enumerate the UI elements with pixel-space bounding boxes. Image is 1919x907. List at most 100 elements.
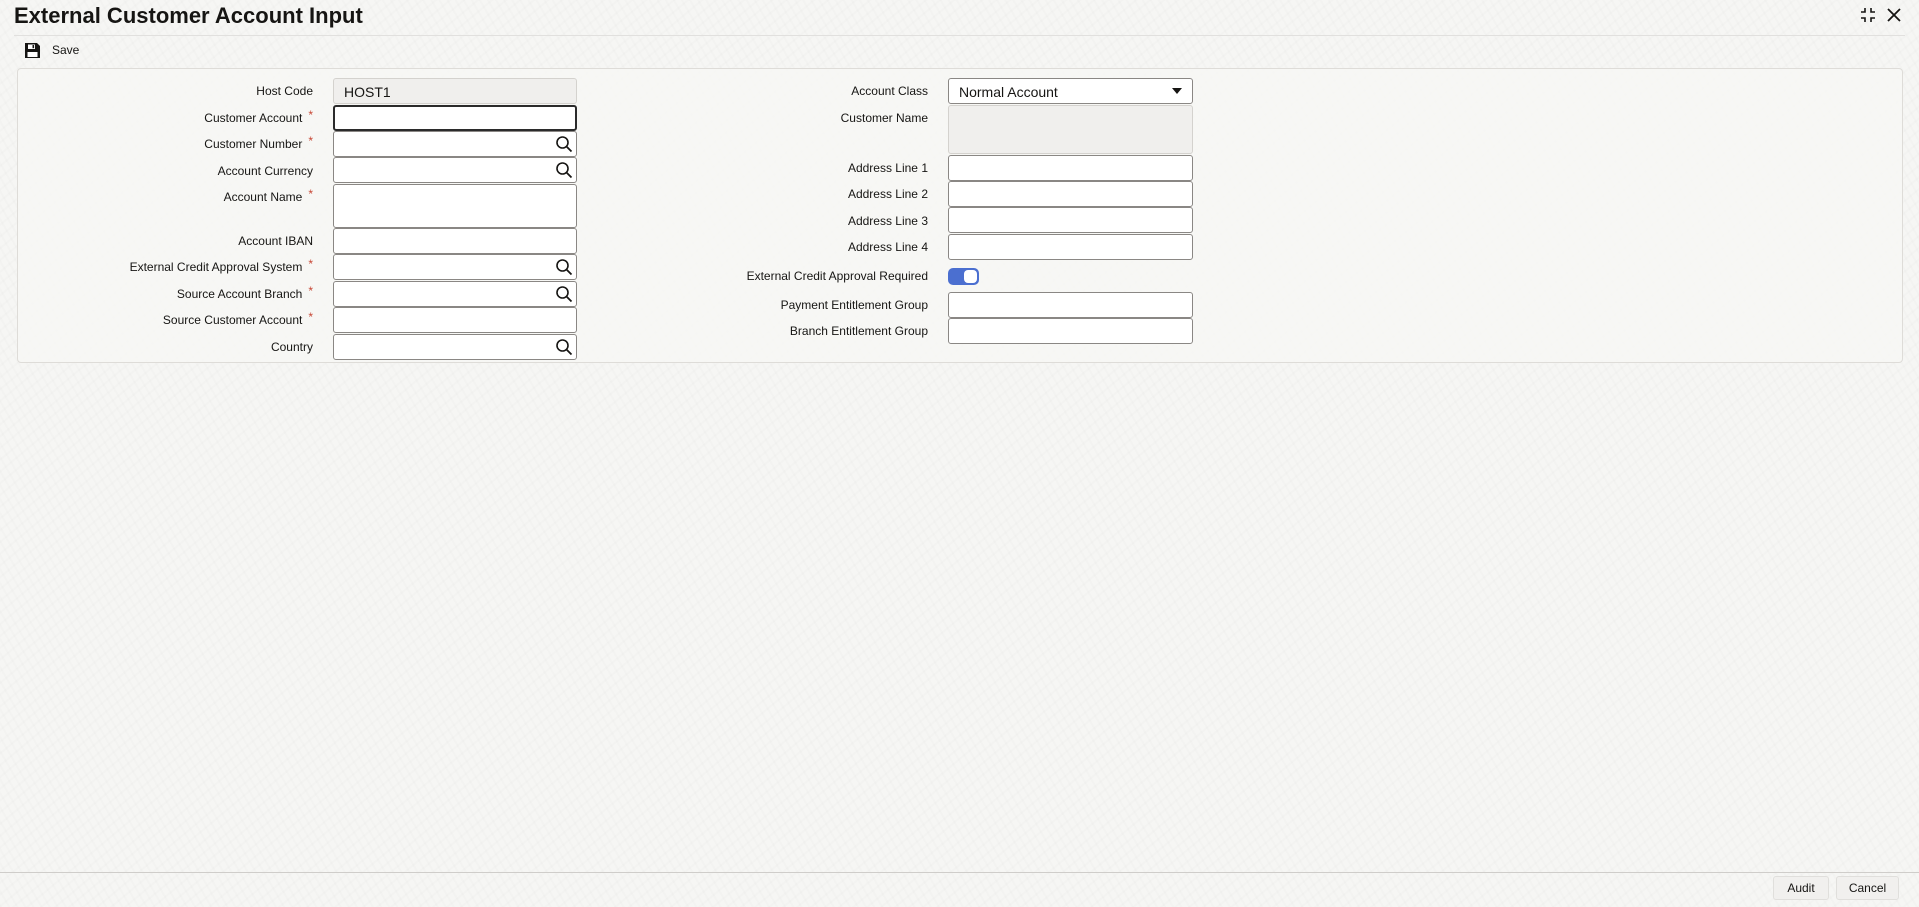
host-code-label-text: Host Code [256, 84, 313, 98]
address-line-3-label: Address Line 3 [848, 213, 928, 229]
country-label-text: Country [270, 340, 313, 354]
required-marker: * [308, 257, 313, 271]
branch-entitlement-group-field[interactable] [948, 318, 1193, 344]
required-marker: * [308, 134, 313, 148]
address-line-4-label-text: Address Line 4 [847, 240, 928, 254]
address-line-1-label: Address Line 1 [848, 160, 928, 176]
address-line-4-field[interactable] [948, 234, 1193, 260]
source-account-branch-label: Source Account Branch * [176, 284, 313, 302]
host-code-value: HOST1 [344, 84, 391, 100]
close-icon [1887, 8, 1901, 22]
address-line-4-input[interactable] [949, 235, 1192, 259]
toggle-knob [964, 270, 977, 283]
account-iban-label: Account IBAN [238, 233, 313, 249]
branch-entitlement-group-input[interactable] [949, 319, 1192, 343]
customer-account-label-text: Customer Account [204, 111, 303, 125]
account-currency-field[interactable] [333, 157, 577, 183]
external-credit-approval-system-field[interactable] [333, 254, 577, 280]
account-class-label: Account Class [851, 83, 928, 99]
account-currency-label: Account Currency [218, 163, 313, 179]
customer-number-field[interactable] [333, 131, 577, 157]
customer-account-input[interactable] [335, 107, 575, 129]
collapse-window-button[interactable] [1857, 4, 1879, 26]
source-account-branch-input[interactable] [334, 282, 576, 306]
address-line-2-label: Address Line 2 [848, 186, 928, 202]
external-credit-approval-required-toggle[interactable] [948, 268, 979, 285]
save-label: Save [52, 43, 80, 57]
save-button[interactable]: Save [24, 40, 79, 60]
external-credit-approval-system-label: External Credit Approval System * [129, 257, 313, 275]
external-credit-approval-required-label-text: External Credit Approval Required [746, 269, 928, 283]
host-code-label: Host Code [256, 83, 313, 99]
account-class-select[interactable]: Normal Account [948, 78, 1193, 104]
branch-entitlement-group-label: Branch Entitlement Group [790, 323, 928, 339]
branch-entitlement-group-label-text: Branch Entitlement Group [789, 324, 928, 338]
source-customer-account-field[interactable] [333, 307, 577, 333]
address-line-1-input[interactable] [949, 156, 1192, 180]
address-line-3-field[interactable] [948, 207, 1193, 233]
required-marker: * [308, 284, 313, 298]
chevron-down-icon[interactable] [1172, 88, 1182, 94]
external-credit-approval-system-input[interactable] [334, 255, 576, 279]
customer-number-input[interactable] [334, 132, 576, 156]
address-line-2-label-text: Address Line 2 [847, 187, 928, 201]
save-icon [25, 42, 40, 58]
search-icon[interactable] [555, 161, 573, 179]
title-divider [14, 35, 1905, 36]
account-name-field[interactable] [333, 184, 577, 228]
host-code-field: HOST1 [333, 78, 577, 104]
address-line-3-label-text: Address Line 3 [847, 214, 928, 228]
customer-name-value [949, 106, 1192, 116]
account-currency-label-text: Account Currency [217, 164, 313, 178]
customer-number-label: Customer Number * [204, 134, 313, 152]
payment-entitlement-group-field[interactable] [948, 292, 1193, 318]
external-credit-approval-system-label-text: External Credit Approval System [129, 260, 303, 274]
search-icon[interactable] [555, 285, 573, 303]
cancel-button[interactable]: Cancel [1836, 876, 1899, 900]
required-marker: * [308, 310, 313, 324]
payment-entitlement-group-label-text: Payment Entitlement Group [780, 298, 928, 312]
source-customer-account-label: Source Customer Account * [162, 310, 313, 328]
country-input[interactable] [334, 335, 576, 359]
required-marker: * [308, 108, 313, 122]
search-icon[interactable] [555, 135, 573, 153]
account-currency-input[interactable] [334, 158, 576, 182]
page-title: External Customer Account Input [14, 3, 363, 28]
address-line-4-label: Address Line 4 [848, 239, 928, 255]
customer-number-label-text: Customer Number [204, 137, 303, 151]
external-credit-approval-required-label: External Credit Approval Required [747, 268, 928, 284]
customer-account-field[interactable] [333, 105, 577, 131]
source-customer-account-label-text: Source Customer Account [162, 313, 303, 327]
account-iban-field[interactable] [333, 228, 577, 254]
source-customer-account-input[interactable] [334, 308, 576, 332]
country-field[interactable] [333, 334, 577, 360]
customer-name-label-text: Customer Name [840, 111, 928, 125]
payment-entitlement-group-input[interactable] [949, 293, 1192, 317]
account-name-label-text: Account Name [223, 190, 303, 204]
search-icon[interactable] [555, 258, 573, 276]
customer-name-field [948, 105, 1193, 154]
country-label: Country [271, 339, 313, 355]
required-marker: * [308, 187, 313, 201]
search-icon[interactable] [555, 338, 573, 356]
account-name-textarea[interactable] [334, 185, 576, 227]
source-account-branch-field[interactable] [333, 281, 577, 307]
account-class-label-text: Account Class [851, 84, 928, 98]
customer-name-label: Customer Name [841, 110, 928, 126]
account-iban-label-text: Account IBAN [238, 234, 313, 248]
payment-entitlement-group-label: Payment Entitlement Group [781, 297, 928, 313]
account-name-label: Account Name * [223, 187, 313, 205]
customer-account-label: Customer Account * [204, 108, 313, 126]
address-line-1-field[interactable] [948, 155, 1193, 181]
account-iban-input[interactable] [334, 229, 576, 253]
audit-button[interactable]: Audit [1773, 876, 1829, 900]
footer-divider [0, 872, 1919, 873]
address-line-2-input[interactable] [949, 182, 1192, 206]
address-line-3-input[interactable] [949, 208, 1192, 232]
account-class-value: Normal Account [959, 84, 1058, 100]
close-window-button[interactable] [1883, 4, 1905, 26]
address-line-2-field[interactable] [948, 181, 1193, 207]
address-line-1-label-text: Address Line 1 [847, 161, 928, 175]
source-account-branch-label-text: Source Account Branch [176, 287, 303, 301]
collapse-icon [1861, 8, 1875, 22]
